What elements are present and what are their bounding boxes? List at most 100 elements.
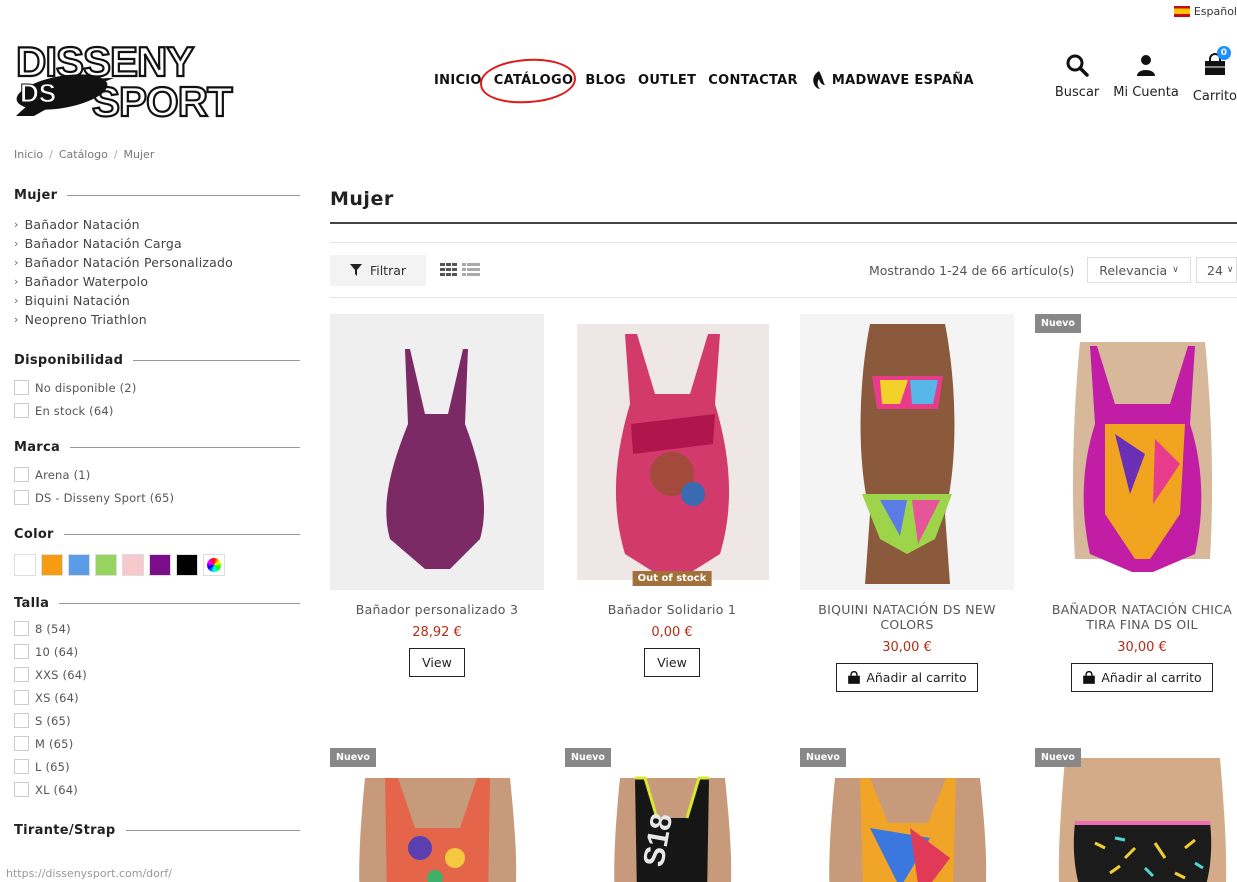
product-card: Out of stock Bañador Solidario 1 0,00 € … [565,314,779,677]
breadcrumb-catalogo[interactable]: Catálogo [59,148,108,161]
product-image[interactable]: Nuevo [1035,748,1237,882]
size-option[interactable]: 8 (54) [14,617,300,640]
checkbox[interactable] [14,667,29,682]
nav-outlet[interactable]: OUTLET [638,73,696,88]
checkbox[interactable] [14,621,29,636]
cart-count-badge: 0 [1216,46,1231,60]
size-option[interactable]: XS (64) [14,686,300,709]
cart-label: Carrito [1192,89,1237,104]
availability-option[interactable]: En stock (64) [14,399,300,422]
checkbox[interactable] [14,467,29,482]
site-logo[interactable]: DISSENY SPORT DS [14,37,294,126]
product-image[interactable] [800,314,1014,590]
view-button[interactable]: View [409,648,465,677]
new-badge: Nuevo [565,748,611,767]
color-swatch-multicolor[interactable] [203,554,225,576]
color-swatch-purple[interactable] [149,554,171,576]
filter-label: Filtrar [369,262,407,278]
per-page-select[interactable]: 24 ∨ [1196,257,1237,283]
account-button[interactable]: Mi Cuenta [1113,52,1179,104]
category-item[interactable]: › Neopreno Triathlon [14,310,300,329]
sort-select[interactable]: Relevancia ∨ [1087,257,1191,283]
category-item[interactable]: › Bañador Natación Carga [14,234,300,253]
checkbox[interactable] [14,490,29,505]
checkbox[interactable] [14,644,29,659]
search-button[interactable]: Buscar [1055,52,1099,104]
product-image[interactable]: S18 Nuevo [565,748,779,882]
product-name[interactable]: BAÑADOR NATACIÓN CHICA TIRA FINA DS OIL [1035,602,1237,632]
brand-facet-title: Marca [14,440,300,455]
product-card: Nuevo BAÑADOR NATACIÓN CHICA TIRA FINA D… [1035,314,1237,692]
product-name[interactable]: Bañador Solidario 1 [565,602,779,617]
product-image[interactable]: Out of stock [565,314,779,590]
language-selector[interactable]: Español [1173,5,1237,18]
color-swatch-orange[interactable] [41,554,63,576]
brand-options: Arena (1) DS - Disseny Sport (65) [14,463,300,509]
checkbox[interactable] [14,736,29,751]
size-option[interactable]: XL (64) [14,778,300,801]
brand-option[interactable]: DS - Disseny Sport (65) [14,486,300,509]
category-item[interactable]: › Bañador Waterpolo [14,272,300,291]
product-name[interactable]: Bañador personalizado 3 [330,602,544,617]
chevron-right-icon: › [14,218,19,231]
nav-blog[interactable]: BLOG [585,73,626,88]
new-badge: Nuevo [1035,314,1081,333]
product-price: 30,00 € [882,640,932,655]
color-swatch-pink[interactable] [122,554,144,576]
out-of-stock-badge: Out of stock [632,571,712,586]
size-option[interactable]: 10 (64) [14,640,300,663]
view-button[interactable]: View [644,648,700,677]
color-wheel-icon [207,558,221,572]
size-option[interactable]: L (65) [14,755,300,778]
color-facet-title: Color [14,527,300,542]
product-card: Nuevo [330,748,544,882]
logo-mark-ds: DS [20,78,56,108]
grid-view-icon[interactable] [440,263,458,277]
brand-option[interactable]: Arena (1) [14,463,300,486]
language-label: Español [1193,5,1237,18]
size-option[interactable]: XXS (64) [14,663,300,686]
shopping-bag-icon [1083,670,1096,684]
nav-contactar[interactable]: CONTACTAR [708,73,798,88]
size-option[interactable]: M (65) [14,732,300,755]
checkbox[interactable] [14,380,29,395]
product-name[interactable]: BIQUINI NATACIÓN DS NEW COLORS [800,602,1014,632]
breadcrumb-inicio[interactable]: Inicio [14,148,43,161]
color-swatch-blue[interactable] [68,554,90,576]
checkbox[interactable] [14,690,29,705]
nav-catalogo[interactable]: CATÁLOGO [478,56,577,105]
color-swatch-green[interactable] [95,554,117,576]
filters-sidebar: Mujer › Bañador Natación › Bañador Natació… [14,188,300,838]
per-page-value: 24 [1207,262,1223,278]
availability-option[interactable]: No disponible (2) [14,376,300,399]
cart-button[interactable]: 0 Carrito [1192,46,1237,104]
category-item[interactable]: › Bañador Natación Personalizado [14,253,300,272]
checkbox[interactable] [14,759,29,774]
chevron-right-icon: › [14,313,19,326]
strap-facet-title: Tirante/Strap [14,823,300,838]
user-icon [1137,55,1156,76]
size-options: 8 (54) 10 (64) XXS (64) XS (64) S (65) M… [14,617,300,801]
nav-madwave[interactable]: MADWAVE ESPAÑA [810,70,974,90]
size-option[interactable]: S (65) [14,709,300,732]
checkbox[interactable] [14,782,29,797]
status-bar-url: https://dissenysport.com/dorf/ [0,865,178,882]
checkbox[interactable] [14,403,29,418]
product-image[interactable]: Nuevo [800,748,1014,882]
add-to-cart-button[interactable]: Añadir al carrito [1071,663,1213,692]
view-toggles [440,263,480,277]
product-image[interactable]: Nuevo [330,748,544,882]
product-image[interactable]: Nuevo [1035,314,1237,590]
add-to-cart-button[interactable]: Añadir al carrito [836,663,978,692]
color-swatch-black[interactable] [176,554,198,576]
filter-button[interactable]: Filtrar [330,254,426,286]
product-card: BIQUINI NATACIÓN DS NEW COLORS 30,00 € A… [800,314,1014,692]
category-item[interactable]: › Biquini Natación [14,291,300,310]
product-image[interactable] [330,314,544,590]
nav-inicio[interactable]: INICIO [434,73,482,88]
list-view-icon[interactable] [462,263,480,277]
color-swatch-white[interactable] [14,554,36,576]
category-item[interactable]: › Bañador Natación [14,215,300,234]
header-actions: Buscar Mi Cuenta 0 Carrito [1055,46,1237,104]
checkbox[interactable] [14,713,29,728]
